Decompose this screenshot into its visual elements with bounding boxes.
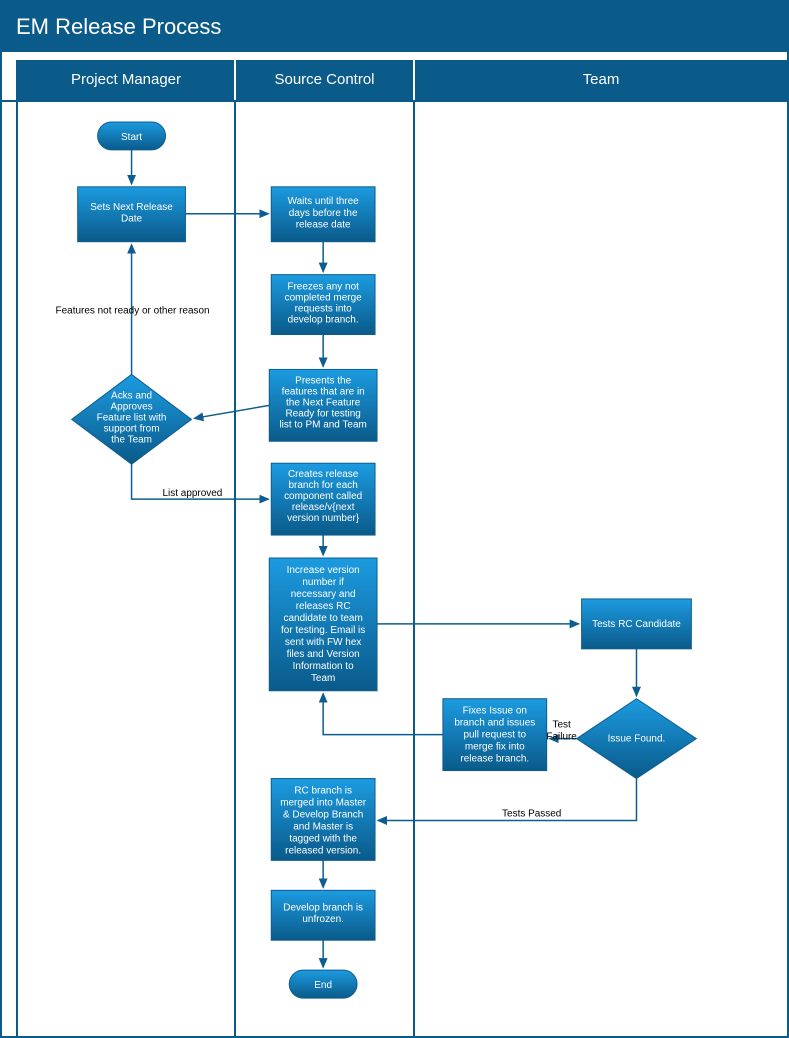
fix-l4: merge fix into [465,742,525,753]
inc-l7: sent with FW hex [285,637,361,648]
flowchart-svg: Start Sets Next Release Date Acks and Ap… [2,102,787,1036]
freeze-l1: Freezes any not [287,282,359,293]
lane-margin [2,60,18,100]
rcm-l3: & Develop Branch [283,809,363,820]
rcm-l6: released version. [285,845,361,856]
if-l1: Issue Found. [608,734,666,745]
acks-l1: Acks and [111,390,152,401]
unf-l1: Develop branch is [283,902,363,913]
acks-l5: the Team [111,434,152,445]
inc-l8: files and Version [287,649,360,660]
freeze-l2: completed merge [285,293,362,304]
inc-l3: necessary and [291,589,356,600]
lane-header-pm: Project Manager [18,60,236,100]
presents-l2: features that are in [282,386,365,397]
acks-l2: Approves [111,401,153,412]
diagram-container: EM Release Process Project Manager Sourc… [0,0,789,1038]
inc-l9: Information to [293,661,354,672]
label-tests-passed: Tests Passed [502,808,561,819]
lane-header-sc: Source Control [236,60,415,100]
rcm-l5: tagged with the [289,833,357,844]
create-l2: branch for each [289,480,358,491]
diagram-body: Start Sets Next Release Date Acks and Ap… [2,102,787,1036]
inc-l6: for testing. Email is [281,625,365,636]
freeze-l3: requests into [295,304,353,315]
unf-l2: unfrozen. [302,914,344,925]
wait-l1: Waits until three [288,196,360,207]
trc-l1: Tests RC Candidate [592,619,681,630]
fix-l5: release branch. [460,754,529,765]
node-set-date-l1: Sets Next Release [90,202,173,213]
inc-l2: number if [302,577,344,588]
create-l4: release/v{next [292,502,355,513]
presents-l5: list to PM and Team [279,419,366,430]
presents-l4: Ready for testing [285,408,360,419]
acks-l3: Feature list with [97,412,167,423]
fix-l1: Fixes Issue on [463,706,527,717]
rcm-l4: and Master is [293,821,353,832]
wait-l2: days before the [289,208,358,219]
node-set-date-l2: Date [121,214,143,225]
create-l3: component called [284,491,362,502]
label-test-failure-2: Failure [546,732,577,743]
presents-l1: Presents the [295,375,351,386]
diagram-title: EM Release Process [2,2,787,52]
swimlane-headers: Project Manager Source Control Team [2,60,787,102]
rcm-l2: merged into Master [280,797,367,808]
node-start-label: Start [121,132,142,143]
inc-l10: Team [311,673,335,684]
inc-l1: Increase version [287,565,360,576]
node-end-label: End [314,980,332,991]
fix-l2: branch and issues [454,718,535,729]
title-text: EM Release Process [16,14,221,39]
create-l1: Creates release [288,469,359,480]
lane-header-team: Team [415,60,787,100]
inc-l5: candidate to team [284,613,363,624]
edge-presents-acks [194,405,269,418]
edge-fixes-increase [323,694,443,735]
presents-l3: the Next Feature [286,397,361,408]
acks-l4: support from [104,423,160,434]
freeze-l4: develop branch. [288,315,359,326]
label-list-approved: List approved [163,488,223,499]
create-l5: version number} [287,513,360,524]
rcm-l1: RC branch is [294,786,352,797]
label-test-failure-1: Test [552,720,571,731]
wait-l3: release date [296,220,351,231]
fix-l3: pull request to [463,730,526,741]
label-not-ready: Features not ready or other reason [56,306,210,317]
inc-l4: releases RC [296,601,351,612]
